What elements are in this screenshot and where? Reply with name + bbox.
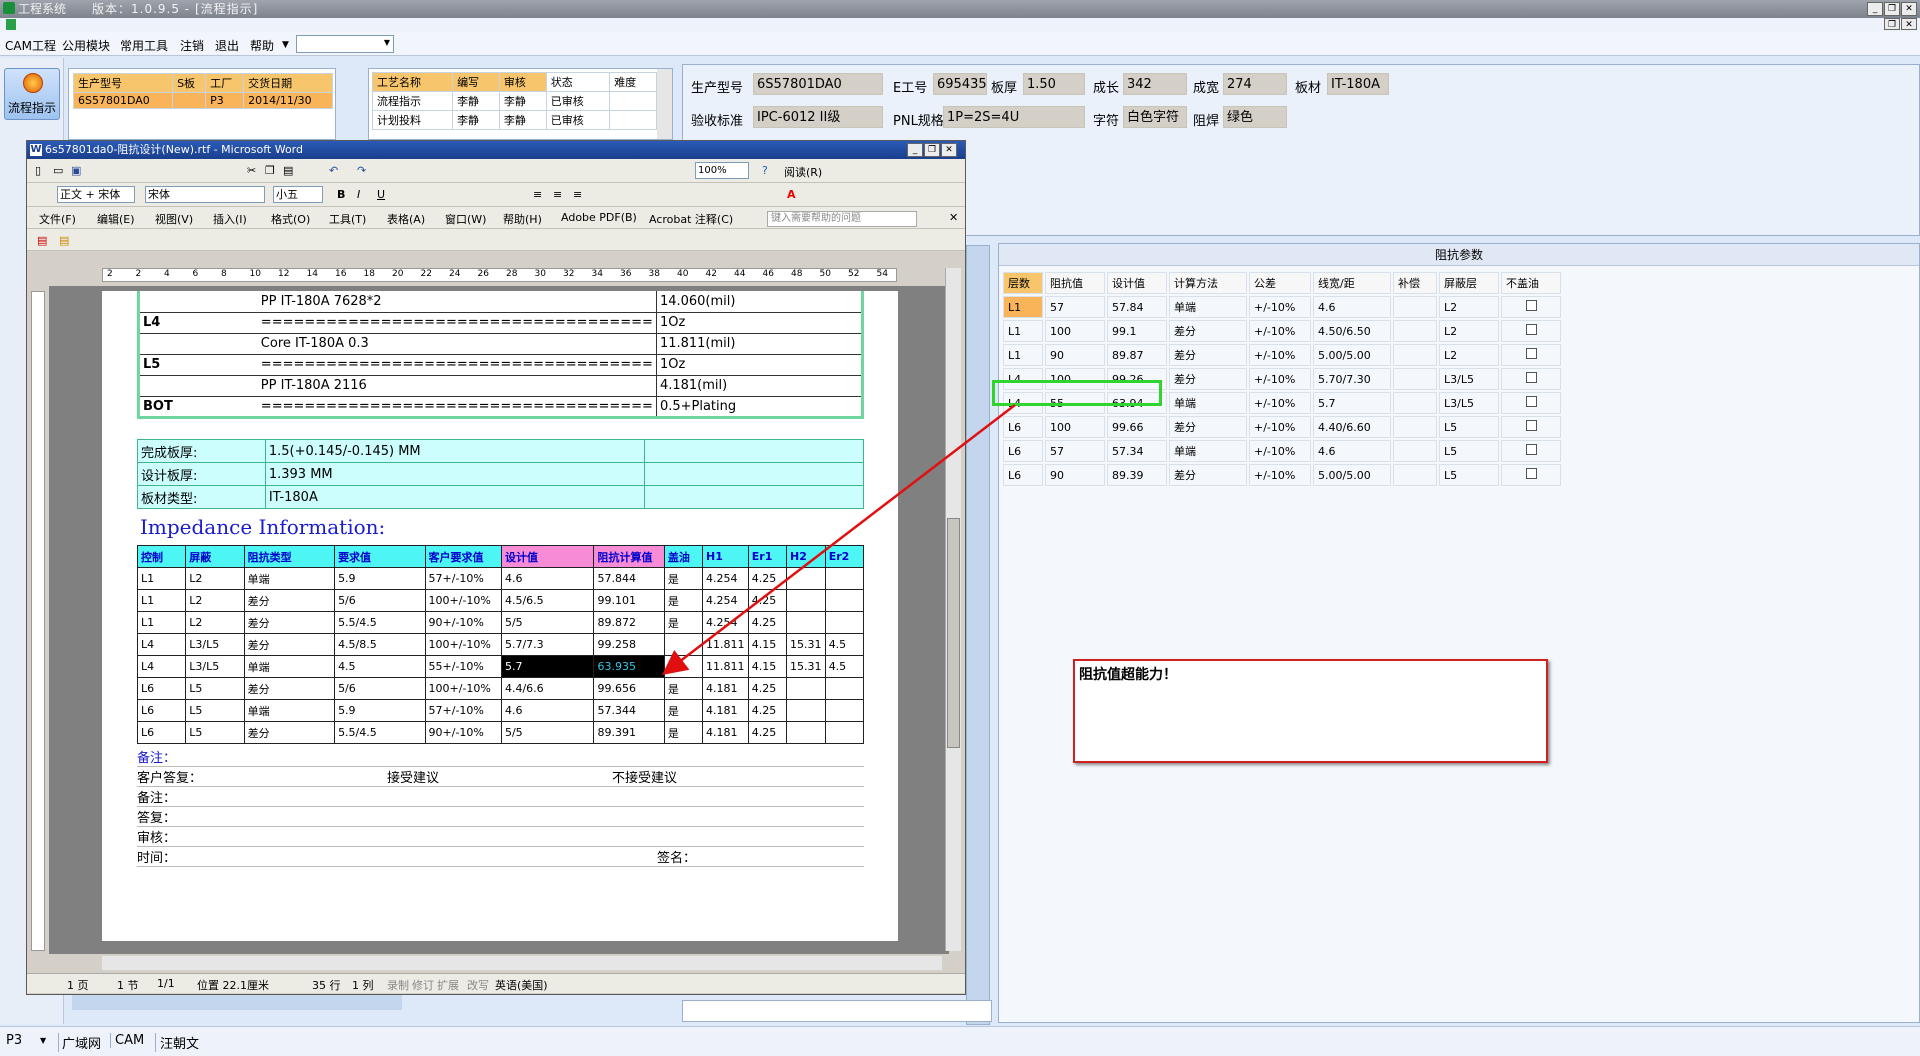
status-cam: CAM <box>110 1033 144 1048</box>
arrow-line <box>662 404 1016 676</box>
annotation-arrow <box>662 404 1016 676</box>
status-bar: P3 ▼ 广域网 CAM 汪朝文 <box>0 1026 1920 1056</box>
status-network: 广域网 <box>58 1033 101 1052</box>
factory-select[interactable]: P3 <box>6 1033 22 1048</box>
chevron-down-icon: ▼ <box>40 1036 47 1045</box>
status-user: 汪朝文 <box>155 1033 199 1052</box>
